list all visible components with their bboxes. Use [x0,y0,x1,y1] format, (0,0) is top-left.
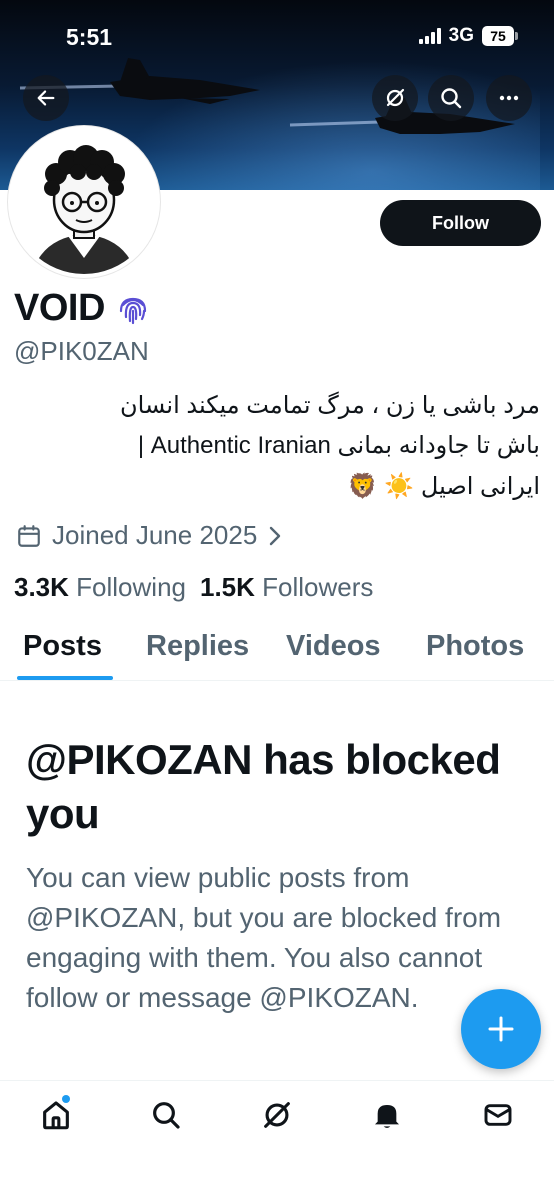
followers-count: 1.5K [199,572,255,602]
home-notification-dot [62,1095,70,1103]
chevron-right-icon [270,526,281,545]
following-link[interactable]: 3.3K Following [14,572,186,603]
fingerprint-icon[interactable] [115,291,151,327]
battery-level: 75 [482,26,514,46]
home-icon [43,1101,69,1130]
bell-icon [375,1105,399,1128]
avatar-illustration [12,130,156,274]
nav-home[interactable] [36,1095,76,1135]
joined-date: Joined June 2025 [52,520,258,550]
nav-grok[interactable] [257,1095,297,1135]
bio-line-1: مرد باشی یا زن ، مرگ تمامت میکند انسان [120,392,540,419]
grok-icon [264,1102,290,1128]
tab-posts[interactable]: Posts [23,630,102,663]
profile-name: VOID [14,287,105,329]
nav-search[interactable] [146,1095,186,1135]
back-arrow-icon [37,90,55,106]
battery-icon: 75 [482,26,518,46]
calendar-icon [18,524,40,547]
profile-name-row: VOID [14,287,151,330]
tab-photos[interactable]: Photos [426,630,524,663]
plus-icon [488,1016,514,1042]
search-icon [153,1102,180,1129]
status-time: 5:51 [66,24,113,50]
search-button[interactable] [428,75,474,121]
more-button[interactable] [486,75,532,121]
avatar[interactable] [8,126,160,278]
grok-icon [386,88,405,107]
follow-button[interactable]: Follow [380,200,541,246]
bio-line-3: ایرانی اصیل ☀️ 🦁 [347,473,540,500]
tab-videos[interactable]: Videos [286,630,381,663]
followers-link[interactable]: 1.5K Followers [200,572,373,603]
following-count: 3.3K [14,572,69,602]
active-tab-indicator [17,676,113,680]
tab-replies[interactable]: Replies [146,630,249,663]
blocked-title: @PIKOZAN has blocked you [26,736,501,837]
search-icon [441,88,462,109]
nav-notifications[interactable] [367,1095,407,1135]
status-indicators: 3G 75 [418,25,518,47]
profile-tabs: Posts Replies Videos Photos [0,630,554,681]
bottom-navigation [0,1080,554,1199]
following-label: Following [76,572,186,602]
nav-messages[interactable] [478,1095,518,1135]
follow-stats: 3.3K Following 1.5K Followers [14,572,373,603]
followers-label: Followers [262,572,374,602]
compose-button[interactable] [461,989,541,1069]
back-button[interactable] [23,75,69,121]
network-label: 3G [448,25,474,46]
bio-line-2: باش تا جاودانه بمانی Authentic Iranian | [137,432,540,459]
more-icon [499,95,519,101]
mail-icon [484,1104,512,1126]
signal-icon [418,28,441,44]
blocked-description: You can view public posts from @PIKOZAN,… [26,862,502,1013]
joined-date-row[interactable]: Joined June 2025 [16,520,283,551]
profile-handle: @PIK0ZAN [14,336,149,366]
grok-button[interactable] [372,75,418,121]
